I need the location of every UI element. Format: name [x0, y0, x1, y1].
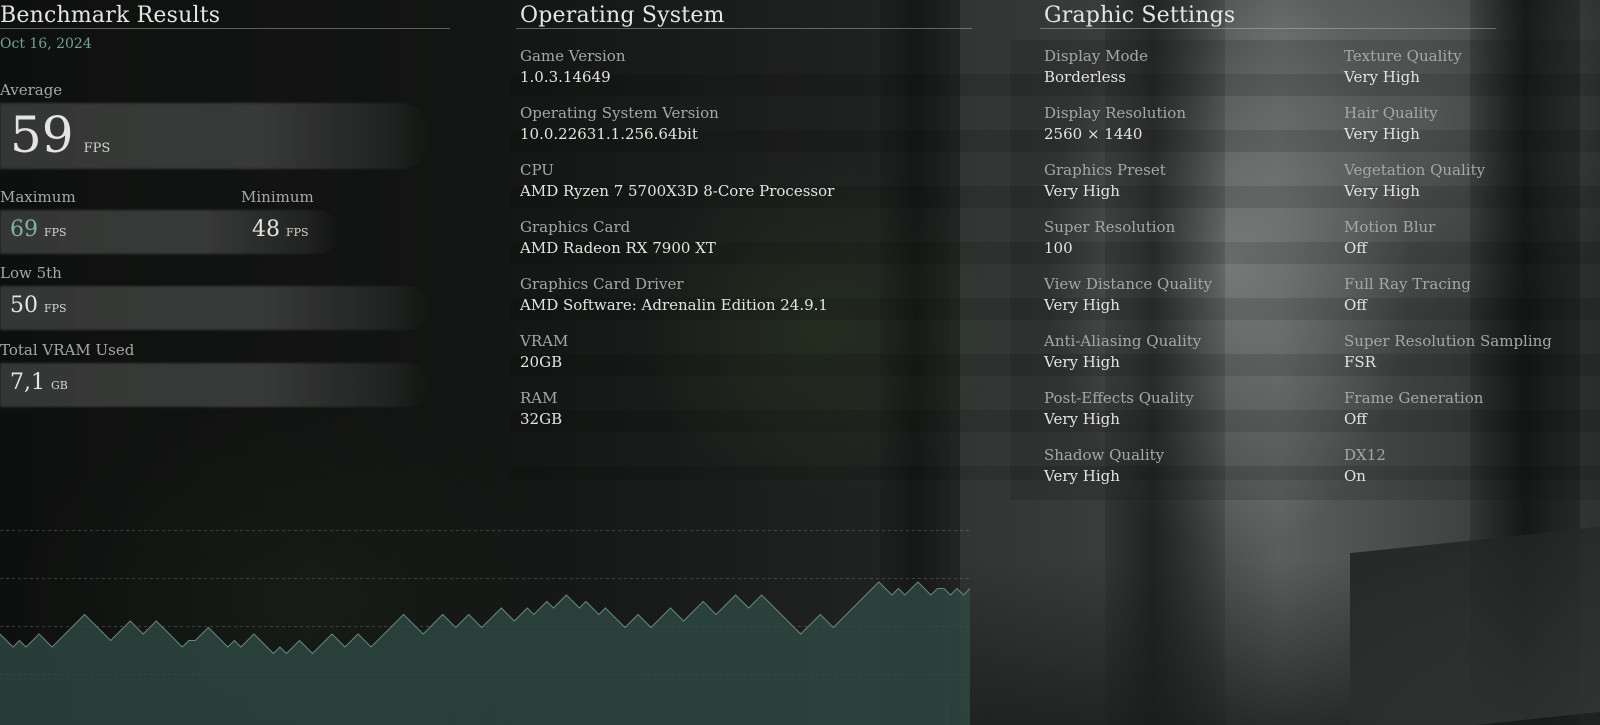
setting-value: Very High	[1044, 410, 1120, 428]
minimum-label: Minimum	[241, 188, 314, 206]
fps-area-series	[0, 582, 970, 725]
minimum-value: 48	[252, 217, 280, 242]
minimum-unit: FPS	[286, 226, 309, 239]
os-title: Operating System	[520, 3, 725, 28]
setting-value: Off	[1344, 296, 1367, 314]
os-item-value: AMD Radeon RX 7900 XT	[520, 239, 716, 257]
low5th-label: Low 5th	[0, 264, 62, 282]
graphics-title: Graphic Settings	[1044, 3, 1236, 28]
setting-label: DX12	[1344, 446, 1386, 464]
os-item-label: Operating System Version	[520, 104, 719, 122]
setting-value: Off	[1344, 239, 1367, 257]
title-divider	[516, 28, 972, 29]
maximum-value: 69	[10, 217, 38, 242]
os-item-value: AMD Ryzen 7 5700X3D 8-Core Processor	[520, 182, 835, 200]
setting-value: Very High	[1044, 467, 1120, 485]
setting-value: Borderless	[1044, 68, 1126, 86]
setting-label: Graphics Preset	[1044, 161, 1166, 179]
os-item-label: VRAM	[520, 332, 569, 350]
os-item-label: Graphics Card Driver	[520, 275, 684, 293]
os-item-value: 32GB	[520, 410, 563, 428]
os-item-value: 1.0.3.14649	[520, 68, 611, 86]
average-value: 59	[10, 106, 74, 164]
setting-value: Very High	[1344, 125, 1420, 143]
setting-value: 100	[1044, 239, 1073, 257]
setting-label: Vegetation Quality	[1344, 161, 1486, 179]
setting-label: Post-Effects Quality	[1044, 389, 1194, 407]
setting-label: View Distance Quality	[1044, 275, 1213, 293]
vram-used: 7,1 GB	[10, 370, 68, 395]
setting-label: Super Resolution Sampling	[1344, 332, 1552, 350]
setting-value: Off	[1344, 410, 1367, 428]
average-fps: 59 FPS	[10, 106, 110, 164]
minimum-fps: 48 FPS	[252, 217, 309, 242]
os-item-label: CPU	[520, 161, 554, 179]
setting-value: Very High	[1044, 182, 1120, 200]
maximum-label: Maximum	[0, 188, 76, 206]
os-item-label: RAM	[520, 389, 558, 407]
fallen-log	[1350, 526, 1600, 725]
os-item-label: Game Version	[520, 47, 626, 65]
low5th-value: 50	[10, 293, 38, 318]
setting-value: Very High	[1344, 182, 1420, 200]
os-item-value: 10.0.22631.1.256.64bit	[520, 125, 698, 143]
setting-value: Very High	[1344, 68, 1420, 86]
setting-label: Frame Generation	[1344, 389, 1484, 407]
os-item-label: Graphics Card	[520, 218, 631, 236]
benchmark-title: Benchmark Results	[0, 3, 221, 28]
os-item-value: AMD Software: Adrenalin Edition 24.9.1	[520, 296, 828, 314]
maximum-fps: 69 FPS	[10, 217, 67, 242]
average-label: Average	[0, 81, 63, 99]
low5th-unit: FPS	[44, 302, 67, 315]
vram-used-label: Total VRAM Used	[0, 341, 135, 359]
average-unit: FPS	[83, 141, 111, 156]
vram-used-value: 7,1	[10, 370, 45, 395]
setting-value: Very High	[1044, 296, 1120, 314]
title-divider	[0, 28, 450, 29]
setting-label: Display Resolution	[1044, 104, 1186, 122]
vram-used-unit: GB	[51, 379, 68, 392]
low5th-fps: 50 FPS	[10, 293, 67, 318]
os-item-value: 20GB	[520, 353, 563, 371]
title-divider	[1040, 28, 1496, 29]
setting-label: Full Ray Tracing	[1344, 275, 1471, 293]
fps-over-time-chart	[0, 530, 970, 725]
setting-label: Super Resolution	[1044, 218, 1176, 236]
setting-value: 2560 × 1440	[1044, 125, 1143, 143]
setting-label: Anti-Aliasing Quality	[1044, 332, 1202, 350]
setting-value: FSR	[1344, 353, 1376, 371]
setting-label: Shadow Quality	[1044, 446, 1165, 464]
setting-label: Texture Quality	[1344, 47, 1462, 65]
maximum-unit: FPS	[44, 226, 67, 239]
setting-label: Motion Blur	[1344, 218, 1436, 236]
setting-label: Display Mode	[1044, 47, 1148, 65]
setting-label: Hair Quality	[1344, 104, 1438, 122]
benchmark-date: Oct 16, 2024	[0, 36, 92, 52]
setting-value: On	[1344, 467, 1366, 485]
setting-value: Very High	[1044, 353, 1120, 371]
